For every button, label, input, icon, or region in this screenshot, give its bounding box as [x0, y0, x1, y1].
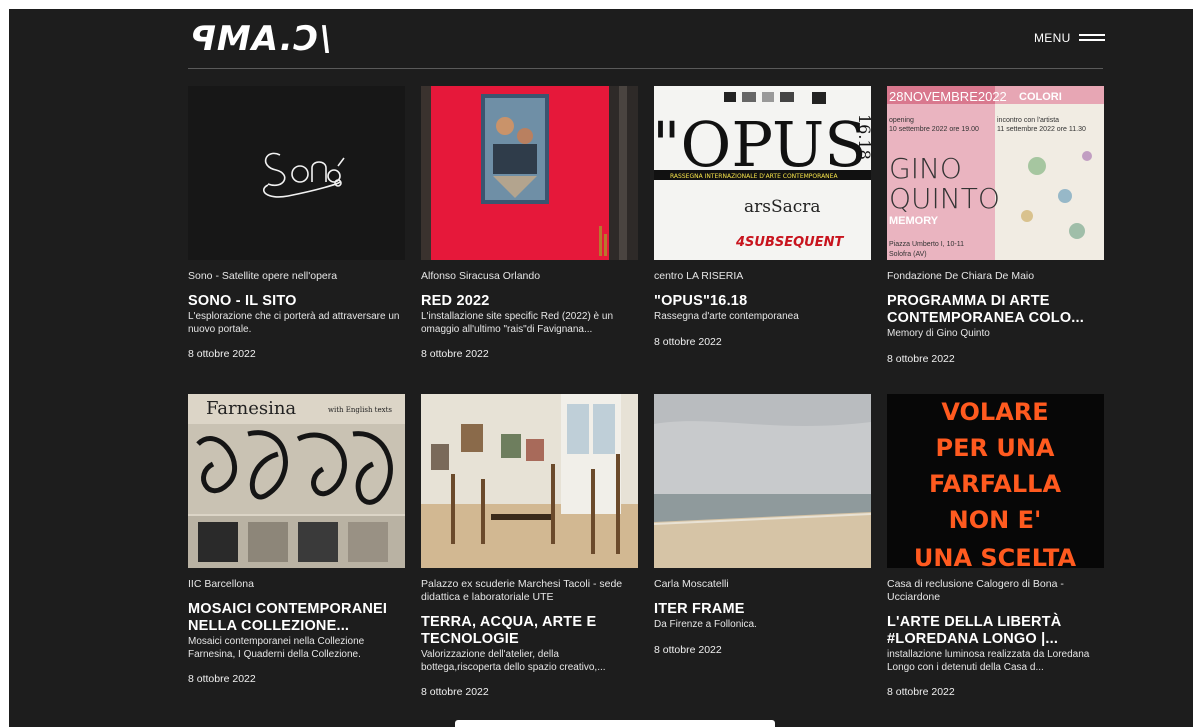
svg-text:Piazza Umberto I, 10-11: Piazza Umberto I, 10-11 — [889, 241, 964, 248]
volare-line-3: FARFALLA — [929, 470, 1061, 498]
event-card[interactable]: Palazzo ex scuderie Marchesi Tacoli - se… — [421, 394, 638, 698]
volare-installation: VOLARE PER UNA FARFALLA NON E' UNA SCELT… — [887, 394, 1104, 568]
event-card[interactable]: Farnesina with English texts IIC Barcell… — [188, 394, 405, 685]
beach-photo — [654, 394, 871, 568]
card-date: 8 ottobre 2022 — [421, 686, 489, 698]
card-description: installazione luminosa realizzata da Lor… — [887, 649, 1090, 673]
hamburger-icon — [1078, 34, 1105, 42]
card-title[interactable]: TERRA, ACQUA, ARTE E TECNOLOGIE — [421, 614, 638, 648]
card-title[interactable]: "OPUS"16.18 — [654, 293, 871, 310]
gino-colori-text: COLORI — [1019, 91, 1062, 103]
header-divider — [188, 68, 1103, 69]
svg-text:incontro con l'artista: incontro con l'artista — [997, 117, 1059, 124]
svg-text:Solofra (AV): Solofra (AV) — [889, 251, 927, 258]
card-venue: Carla Moscatelli — [654, 578, 729, 590]
gino-date-text: 28NOVEMBRE2022 — [889, 89, 1007, 104]
card-description: Mosaici contemporanei nella Collezione F… — [188, 636, 365, 660]
card-thumbnail: "OPUS" 16.18 RASSEGNA INTERNAZIONALE D'A… — [654, 86, 871, 260]
gino-name1-text: GINO — [889, 152, 962, 185]
event-card[interactable]: 28NOVEMBRE2022 COLORI opening 10 settemb… — [887, 86, 1104, 365]
menu-label: MENU — [1034, 31, 1071, 45]
card-thumbnail — [654, 394, 871, 568]
card-description: L'installazione site specific Red (2022)… — [421, 311, 614, 335]
opus-band-text: RASSEGNA INTERNAZIONALE D'ARTE CONTEMPOR… — [670, 173, 838, 180]
event-card[interactable]: VOLARE PER UNA FARFALLA NON E' UNA SCELT… — [887, 394, 1104, 698]
menu-button[interactable]: MENU — [1034, 31, 1105, 45]
card-description: Da Firenze a Follonica. — [654, 619, 757, 630]
card-thumbnail: 28NOVEMBRE2022 COLORI opening 10 settemb… — [887, 86, 1104, 260]
card-venue: Casa di reclusione Calogero di Bona - Uc… — [887, 578, 1064, 603]
card-title[interactable]: SONO - IL SITO — [188, 293, 405, 310]
farnesina-cover: Farnesina with English texts — [188, 394, 405, 568]
opus-sub-text: 4SUBSEQUENT — [735, 235, 844, 250]
event-card[interactable]: Sono - Satellite opere nell'opera SONO -… — [188, 86, 405, 360]
volare-line-5: UNA SCELTA — [914, 544, 1077, 568]
event-card[interactable]: Carla Moscatelli ITER FRAME Da Firenze a… — [654, 394, 871, 656]
card-venue: IIC Barcellona — [188, 578, 254, 590]
card-venue: Alfonso Siracusa Orlando — [421, 270, 541, 282]
card-date: 8 ottobre 2022 — [887, 686, 955, 698]
site-logo[interactable]: ꟼMA.Ɔ\ — [191, 19, 333, 59]
bottom-overlay-bar[interactable] — [455, 720, 775, 727]
gino-name2-text: QUINTO — [889, 182, 1000, 215]
svg-text:opening: opening — [889, 117, 914, 124]
atelier-photo — [421, 394, 638, 568]
volare-line-4: NON E' — [949, 506, 1042, 534]
red-installation-image — [421, 86, 638, 260]
svg-text:11 settembre 2022 ore 11.30: 11 settembre 2022 ore 11.30 — [997, 126, 1086, 133]
card-description: Valorizzazione dell'atelier, della botte… — [421, 649, 606, 673]
card-venue: Fondazione De Chiara De Maio — [887, 270, 1035, 282]
card-thumbnail — [188, 86, 405, 260]
card-venue: centro LA RISERIA — [654, 270, 744, 282]
event-card[interactable]: Alfonso Siracusa Orlando RED 2022 L'inst… — [421, 86, 638, 360]
card-title[interactable]: PROGRAMMA DI ARTE CONTEMPORANEA COLO... — [887, 293, 1104, 327]
card-title[interactable]: ITER FRAME — [654, 601, 871, 618]
volare-line-2: PER UNA — [936, 434, 1055, 462]
card-date: 8 ottobre 2022 — [887, 352, 955, 365]
card-date: 8 ottobre 2022 — [188, 348, 256, 360]
card-title[interactable]: L'ARTE DELLA LIBERTÀ #LOREDANA LONGO |..… — [887, 614, 1104, 648]
card-thumbnail: VOLARE PER UNA FARFALLA NON E' UNA SCELT… — [887, 394, 1104, 568]
card-date: 8 ottobre 2022 — [188, 673, 256, 685]
card-description: Memory di Gino Quinto — [887, 328, 990, 339]
event-card[interactable]: "OPUS" 16.18 RASSEGNA INTERNAZIONALE D'A… — [654, 86, 871, 348]
card-date: 8 ottobre 2022 — [654, 643, 722, 656]
opus-sacra-text: arsSacra — [744, 197, 821, 217]
sono-logo-icon — [263, 152, 345, 198]
gino-quinto-poster: 28NOVEMBRE2022 COLORI opening 10 settemb… — [887, 86, 1104, 260]
svg-text:10 settembre 2022 ore 19.00: 10 settembre 2022 ore 19.00 — [889, 126, 979, 133]
opus-poster: "OPUS" 16.18 RASSEGNA INTERNAZIONALE D'A… — [654, 86, 871, 260]
card-date: 8 ottobre 2022 — [654, 335, 722, 348]
card-thumbnail — [421, 86, 638, 260]
card-date: 8 ottobre 2022 — [421, 348, 489, 360]
card-description: L'esplorazione che ci porterà ad attrave… — [188, 311, 400, 335]
gino-memory-text: MEMORY — [889, 215, 939, 227]
card-description: Rassegna d'arte contemporanea — [654, 311, 799, 322]
page: ꟼMA.Ɔ\ MENU Sono - Satellite opere nell'… — [9, 9, 1193, 727]
card-thumbnail: Farnesina with English texts — [188, 394, 405, 568]
card-venue: Palazzo ex scuderie Marchesi Tacoli - se… — [421, 578, 623, 603]
opus-side-text: 16.18 — [855, 114, 871, 160]
card-title[interactable]: RED 2022 — [421, 293, 638, 310]
card-thumbnail — [421, 394, 638, 568]
farnesina-sub-text: with English texts — [328, 406, 392, 414]
volare-line-1: VOLARE — [941, 398, 1048, 426]
farnesina-title-text: Farnesina — [206, 398, 296, 419]
card-venue: Sono - Satellite opere nell'opera — [188, 270, 338, 282]
card-title[interactable]: MOSAICI CONTEMPORANEI NELLA COLLEZIONE..… — [188, 601, 405, 635]
